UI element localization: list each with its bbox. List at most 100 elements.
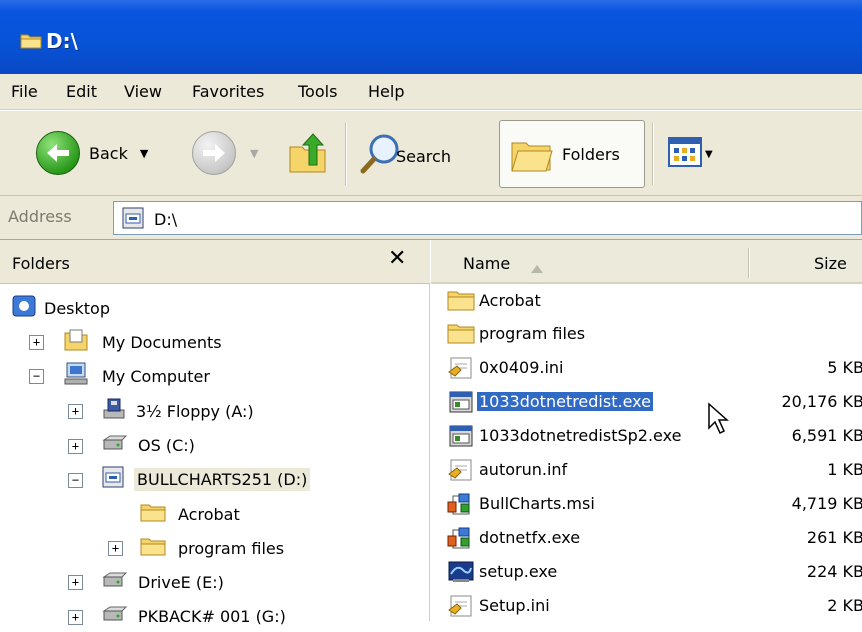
mouse-cursor-icon xyxy=(707,402,731,440)
back-arrow-icon xyxy=(36,131,80,175)
column-header: Name Size xyxy=(431,240,862,284)
file-name: dotnetfx.exe xyxy=(479,528,581,547)
tree-item-desktop[interactable]: Desktop xyxy=(12,292,110,324)
up-folder-icon xyxy=(288,131,330,179)
menu-edit[interactable]: Edit xyxy=(66,82,97,101)
tree-item-acrobat[interactable]: Acrobat xyxy=(140,498,240,530)
expand-toggle[interactable]: + xyxy=(108,541,123,556)
setup-exe-icon xyxy=(447,560,475,588)
tree-label: PKBACK# 001 (G:) xyxy=(138,606,286,626)
file-size: 261 KB xyxy=(806,528,862,547)
folders-icon xyxy=(510,135,556,179)
file-size: 2 KB xyxy=(827,596,862,615)
search-button[interactable]: Search xyxy=(360,133,451,179)
up-folder-button[interactable] xyxy=(288,131,330,179)
tree-label: program files xyxy=(178,538,285,558)
tree-item-floppy[interactable]: 3½ Floppy (A:) xyxy=(102,395,254,427)
file-name: autorun.inf xyxy=(479,460,568,479)
hard-drive-icon xyxy=(102,434,128,456)
menu-help[interactable]: Help xyxy=(368,82,404,101)
tree-item-program-files[interactable]: program files xyxy=(140,532,284,564)
inf-file-icon xyxy=(447,458,475,486)
folder-icon xyxy=(447,322,475,348)
file-row[interactable]: Setup.ini 2 KB xyxy=(443,591,862,623)
toolbar: Back ▼ ▼ Search Folders ▼ xyxy=(0,110,862,196)
folders-toggle-button[interactable]: Folders xyxy=(499,120,645,188)
file-row[interactable]: autorun.inf 1 KB xyxy=(443,455,862,487)
forward-dropdown-icon[interactable]: ▼ xyxy=(250,147,258,160)
msi-package-icon xyxy=(447,526,475,554)
my-documents-folder-icon xyxy=(64,329,88,355)
file-size: 1 KB xyxy=(827,460,862,479)
ini-file-icon xyxy=(447,356,475,384)
column-divider[interactable] xyxy=(748,248,750,278)
tree-label: 3½ Floppy (A:) xyxy=(136,401,254,421)
folder-icon xyxy=(140,536,166,560)
file-name: 1033dotnetredist.exe xyxy=(476,391,654,412)
search-label: Search xyxy=(396,146,451,166)
file-row[interactable]: Acrobat xyxy=(443,286,862,318)
column-size-header[interactable]: Size xyxy=(814,254,847,273)
expand-toggle[interactable]: + xyxy=(29,335,44,350)
hard-drive-icon xyxy=(102,571,128,593)
file-size: 5 KB xyxy=(827,358,862,377)
folders-label: Folders xyxy=(562,145,620,164)
folder-icon xyxy=(140,502,166,526)
tree-label: My Computer xyxy=(102,366,210,386)
file-row[interactable]: BullCharts.msi 4,719 KB xyxy=(443,489,862,521)
views-button[interactable]: ▼ xyxy=(668,137,713,171)
tree-item-my-documents[interactable]: My Documents xyxy=(64,326,222,358)
menu-tools[interactable]: Tools xyxy=(298,82,337,101)
collapse-toggle[interactable]: − xyxy=(29,369,44,384)
file-list-pane: Name Size Acrobat program files 0x0409.i… xyxy=(431,240,862,621)
address-input[interactable]: D:\ xyxy=(113,201,862,235)
menu-file[interactable]: File xyxy=(11,82,38,101)
back-dropdown-icon[interactable]: ▼ xyxy=(140,147,148,160)
file-name: 0x0409.ini xyxy=(479,358,564,377)
address-label: Address xyxy=(8,207,72,226)
tree-item-bullcharts-d[interactable]: BULLCHARTS251 (D:) xyxy=(102,463,311,495)
cd-drive-icon xyxy=(102,466,124,492)
expand-toggle[interactable]: + xyxy=(68,439,83,454)
file-name: 1033dotnetredistSp2.exe xyxy=(479,426,682,445)
toolbar-separator xyxy=(652,123,654,185)
file-row[interactable]: setup.exe 224 KB xyxy=(443,557,862,589)
menu-favorites[interactable]: Favorites xyxy=(192,82,264,101)
menu-view[interactable]: View xyxy=(124,82,162,101)
expand-toggle[interactable]: + xyxy=(68,610,83,625)
sort-ascending-icon xyxy=(531,258,543,277)
menu-bar: File Edit View Favorites Tools Help xyxy=(0,74,862,110)
tree-item-os-c[interactable]: OS (C:) xyxy=(102,429,195,461)
expand-toggle[interactable]: + xyxy=(68,575,83,590)
forward-button[interactable]: ▼ xyxy=(192,131,258,175)
tree-item-my-computer[interactable]: My Computer xyxy=(64,360,210,392)
collapse-toggle[interactable]: − xyxy=(68,473,83,488)
file-row[interactable]: dotnetfx.exe 261 KB xyxy=(443,523,862,555)
back-button[interactable]: Back ▼ xyxy=(36,131,148,175)
drive-icon xyxy=(122,207,144,233)
file-name: BullCharts.msi xyxy=(479,494,595,513)
msi-package-icon xyxy=(447,492,475,520)
address-value: D:\ xyxy=(154,210,178,229)
computer-icon xyxy=(64,362,88,390)
toolbar-separator xyxy=(345,123,347,185)
tree-item-pkback-g[interactable]: PKBACK# 001 (G:) xyxy=(102,600,286,632)
exe-installer-icon xyxy=(447,390,475,418)
close-icon[interactable]: ✕ xyxy=(388,246,406,271)
file-name: program files xyxy=(479,324,586,343)
views-dropdown-icon[interactable]: ▼ xyxy=(705,149,713,160)
expand-toggle[interactable]: + xyxy=(68,404,83,419)
tree-label: Acrobat xyxy=(178,504,240,524)
file-name: Setup.ini xyxy=(479,596,550,615)
tree-label: Desktop xyxy=(44,298,110,318)
views-grid-icon xyxy=(668,137,702,171)
column-name-header[interactable]: Name xyxy=(463,254,510,273)
file-row[interactable]: program files xyxy=(443,319,862,351)
file-row-selected[interactable]: 1033dotnetredist.exe 20,176 KB xyxy=(443,387,862,419)
folders-pane: Folders ✕ Desktop + My Documents − My Co… xyxy=(0,240,430,626)
tree-item-drive-e[interactable]: DriveE (E:) xyxy=(102,566,224,598)
address-bar: Address D:\ xyxy=(0,196,862,240)
file-row[interactable]: 1033dotnetredistSp2.exe 6,591 KB xyxy=(443,421,862,453)
folder-icon xyxy=(447,289,475,315)
file-row[interactable]: 0x0409.ini 5 KB xyxy=(443,353,862,385)
